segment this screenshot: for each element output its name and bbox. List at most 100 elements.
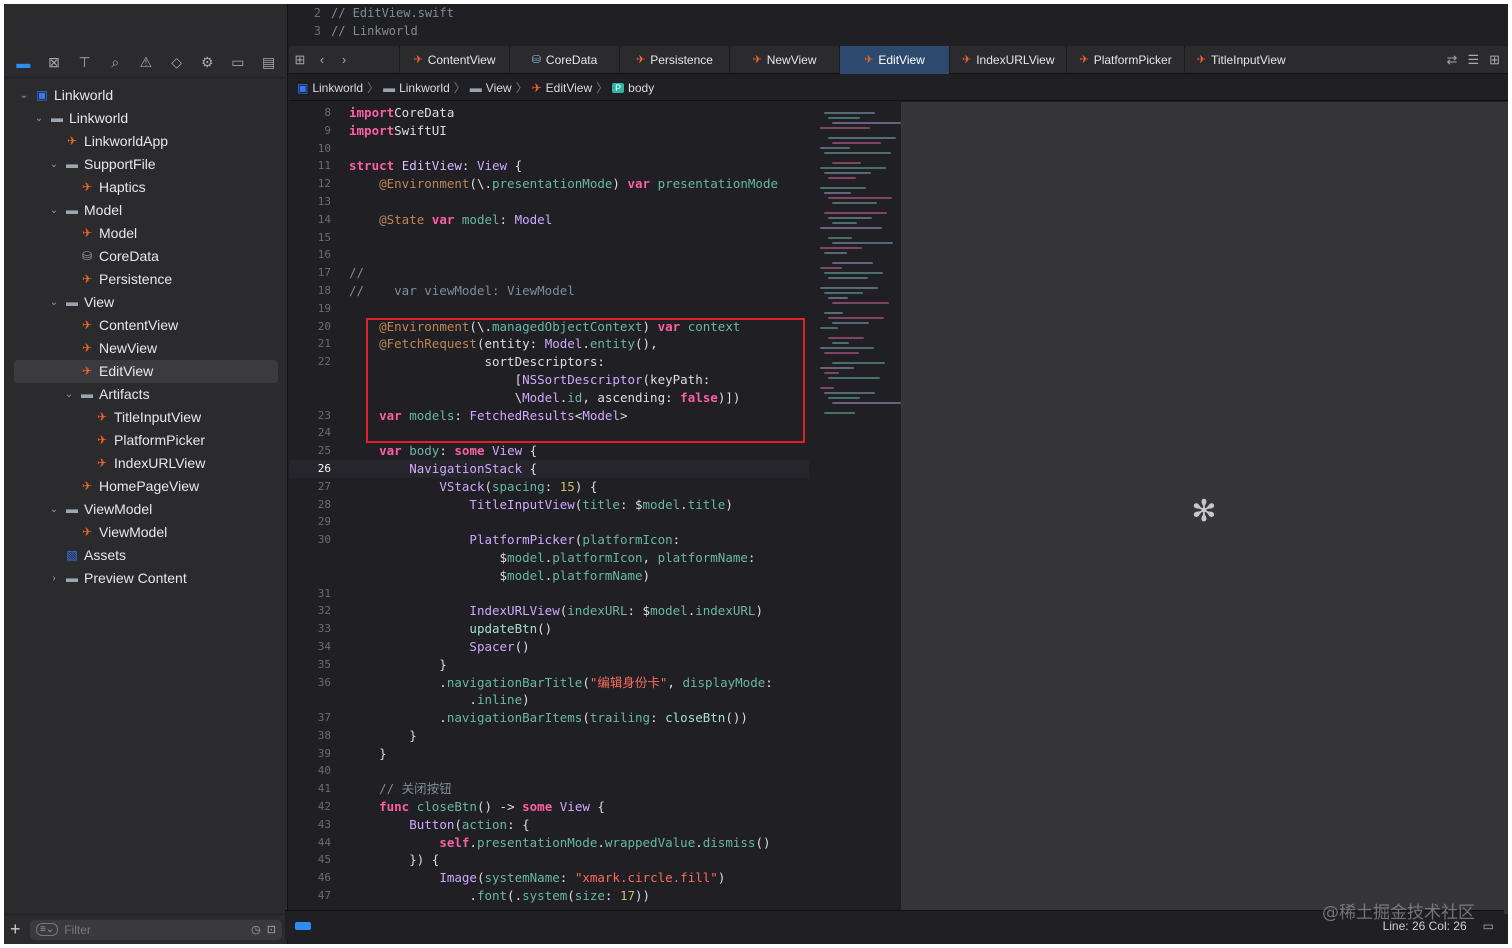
code-line[interactable]: 9 importSwiftUI (289, 122, 809, 140)
tree-item-linkworld[interactable]: ⌄ ▣ Linkworld (4, 84, 288, 107)
source-code[interactable]: 8 importCoreData 9 importSwiftUI 10 11 struct … (289, 104, 809, 914)
tree-item-persistence[interactable]: ✈ Persistence (4, 268, 288, 291)
tree-item-indexurlview[interactable]: ✈ IndexURLView (4, 452, 288, 475)
tree-item-newview[interactable]: ✈ NewView (4, 337, 288, 360)
code-line[interactable]: .inline) (289, 691, 809, 709)
tree-item-supportfile[interactable]: ⌄ ▬ SupportFile (4, 153, 288, 176)
source-control-icon[interactable]: ⊠ (43, 54, 65, 71)
code-line[interactable]: 30 PlatformPicker(platformIcon: (289, 531, 809, 549)
code-line[interactable]: 8 importCoreData (289, 104, 809, 122)
breadcrumb-item[interactable]: body (628, 81, 654, 95)
code-line[interactable]: 33 updateBtn() (289, 620, 809, 638)
breadcrumb-item[interactable]: Linkworld (399, 81, 450, 95)
adjust-editor-icon[interactable]: ☰ (1467, 52, 1479, 68)
tab-editview[interactable]: ✈ EditView (839, 45, 949, 74)
code-line[interactable]: 26 NavigationStack { (289, 459, 809, 478)
code-line[interactable]: 18 // var viewModel: ViewModel (289, 282, 809, 300)
scope-icon[interactable]: ⊡ (267, 923, 276, 936)
tree-item-view[interactable]: ⌄ ▬ View (4, 291, 288, 314)
code-line[interactable]: 37 .navigationBarItems(trailing: closeBt… (289, 709, 809, 727)
code-line[interactable]: 40 (289, 762, 809, 780)
code-line[interactable]: 13 (289, 193, 809, 211)
add-icon[interactable]: + (10, 919, 30, 940)
code-line[interactable]: 25 var body: some View { (289, 442, 809, 460)
code-line[interactable]: 24 (289, 424, 809, 442)
tree-item-contentview[interactable]: ✈ ContentView (4, 314, 288, 337)
tree-item-linkworld[interactable]: ⌄ ▬ Linkworld (4, 107, 288, 130)
debug-icon[interactable]: ⚙ (196, 54, 218, 71)
back-icon[interactable]: ‹ (311, 52, 333, 67)
code-line[interactable]: \Model.id, ascending: false)]) (289, 389, 809, 407)
issues-icon[interactable]: ⚠ (135, 54, 157, 71)
tree-item-linkworldapp[interactable]: ✈ LinkworldApp (4, 130, 288, 153)
code-line[interactable]: 35 } (289, 656, 809, 674)
tree-item-titleinputview[interactable]: ✈ TitleInputView (4, 406, 288, 429)
filter-options-icon[interactable]: ≡⌄ (36, 923, 59, 936)
split-editor-icon[interactable]: ⊞ (1489, 52, 1500, 68)
tree-item-viewmodel[interactable]: ✈ ViewModel (4, 521, 288, 544)
chevron-down-icon[interactable]: ⌄ (18, 84, 30, 107)
code-line[interactable]: [NSSortDescriptor(keyPath: (289, 371, 809, 389)
code-line[interactable]: 10 (289, 140, 809, 158)
breadcrumb-item[interactable]: Linkworld (312, 81, 363, 95)
code-line[interactable]: 14 @State var model: Model (289, 211, 809, 229)
chevron-down-icon[interactable]: ⌄ (48, 199, 60, 222)
code-line[interactable]: 32 IndexURLView(indexURL: $model.indexUR… (289, 602, 809, 620)
tree-item-preview-content[interactable]: › ▬ Preview Content (4, 567, 288, 590)
symbols-icon[interactable]: ⊤ (74, 54, 96, 71)
tab-titleinputview[interactable]: ✈ TitleInputView (1183, 45, 1298, 74)
breadcrumb-item[interactable]: View (486, 81, 512, 95)
tree-item-platformpicker[interactable]: ✈ PlatformPicker (4, 429, 288, 452)
code-line[interactable]: $model.platformIcon, platformName: (289, 549, 809, 567)
code-line[interactable]: 29 (289, 513, 809, 531)
tab-indexurlview[interactable]: ✈ IndexURLView (949, 45, 1066, 74)
panel-toggle-icon[interactable]: ▭ (1483, 919, 1494, 933)
swap-icon[interactable]: ⇄ (1447, 52, 1458, 68)
tab-contentview[interactable]: ✈ ContentView (399, 45, 509, 74)
code-line[interactable]: 27 VStack(spacing: 15) { (289, 478, 809, 496)
chevron-down-icon[interactable]: ⌄ (48, 498, 60, 521)
code-line[interactable]: 45 }) { (289, 851, 809, 869)
tab-platformpicker[interactable]: ✈ PlatformPicker (1066, 45, 1183, 74)
find-icon[interactable]: ⌕ (104, 54, 126, 71)
breakpoints-icon[interactable]: ▭ (227, 54, 249, 71)
tests-icon[interactable]: ◇ (166, 54, 188, 71)
grid-icon[interactable]: ⊞ (289, 52, 311, 68)
code-line[interactable]: 23 var models: FetchedResults<Model> (289, 407, 809, 425)
code-line[interactable]: 12 @Environment(\.presentationMode) var … (289, 175, 809, 193)
code-line[interactable]: 43 Button(action: { (289, 816, 809, 834)
tree-item-haptics[interactable]: ✈ Haptics (4, 176, 288, 199)
tree-item-assets[interactable]: ▧ Assets (4, 544, 288, 567)
code-line[interactable]: 28 TitleInputView(title: $model.title) (289, 496, 809, 514)
code-line[interactable]: 36 .navigationBarTitle("编辑身份卡", displayM… (289, 674, 809, 692)
tree-item-homepageview[interactable]: ✈ HomePageView (4, 475, 288, 498)
recent-files-icon[interactable]: ◷ (251, 923, 261, 936)
forward-icon[interactable]: › (333, 52, 355, 67)
tree-item-artifacts[interactable]: ⌄ ▬ Artifacts (4, 383, 288, 406)
folder-icon[interactable]: ▬ (12, 55, 34, 71)
minimap[interactable] (820, 104, 901, 424)
tree-item-editview[interactable]: ✈ EditView (14, 360, 278, 383)
tree-item-viewmodel[interactable]: ⌄ ▬ ViewModel (4, 498, 288, 521)
chevron-down-icon[interactable]: ⌄ (48, 291, 60, 314)
code-line[interactable]: 42 func closeBtn() -> some View { (289, 798, 809, 816)
code-line[interactable]: 22 sortDescriptors: (289, 353, 809, 371)
code-line[interactable]: 41 // 关闭按钮 (289, 780, 809, 798)
tree-item-coredata[interactable]: ⛁ CoreData (4, 245, 288, 268)
chevron-down-icon[interactable]: ⌄ (48, 153, 60, 176)
tab-newview[interactable]: ✈ NewView (729, 45, 839, 74)
code-line[interactable]: 47 .font(.system(size: 17)) (289, 887, 809, 905)
code-line[interactable]: 44 self.presentationMode.wrappedValue.di… (289, 834, 809, 852)
debug-area-toggle[interactable] (295, 921, 311, 930)
code-line[interactable]: 39 } (289, 745, 809, 763)
chevron-down-icon[interactable]: ⌄ (33, 107, 45, 130)
tab-coredata[interactable]: ⛁ CoreData (509, 45, 619, 74)
chevron-right-icon[interactable]: › (48, 567, 60, 590)
chevron-down-icon[interactable]: ⌄ (63, 383, 75, 406)
code-line[interactable]: 17 // (289, 264, 809, 282)
code-line[interactable]: 31 (289, 585, 809, 603)
tree-item-model[interactable]: ✈ Model (4, 222, 288, 245)
breadcrumb-item[interactable]: EditView (546, 81, 592, 95)
filter-field[interactable]: ≡⌄ Filter ◷ ⊡ (30, 919, 282, 940)
code-line[interactable]: $model.platformName) (289, 567, 809, 585)
